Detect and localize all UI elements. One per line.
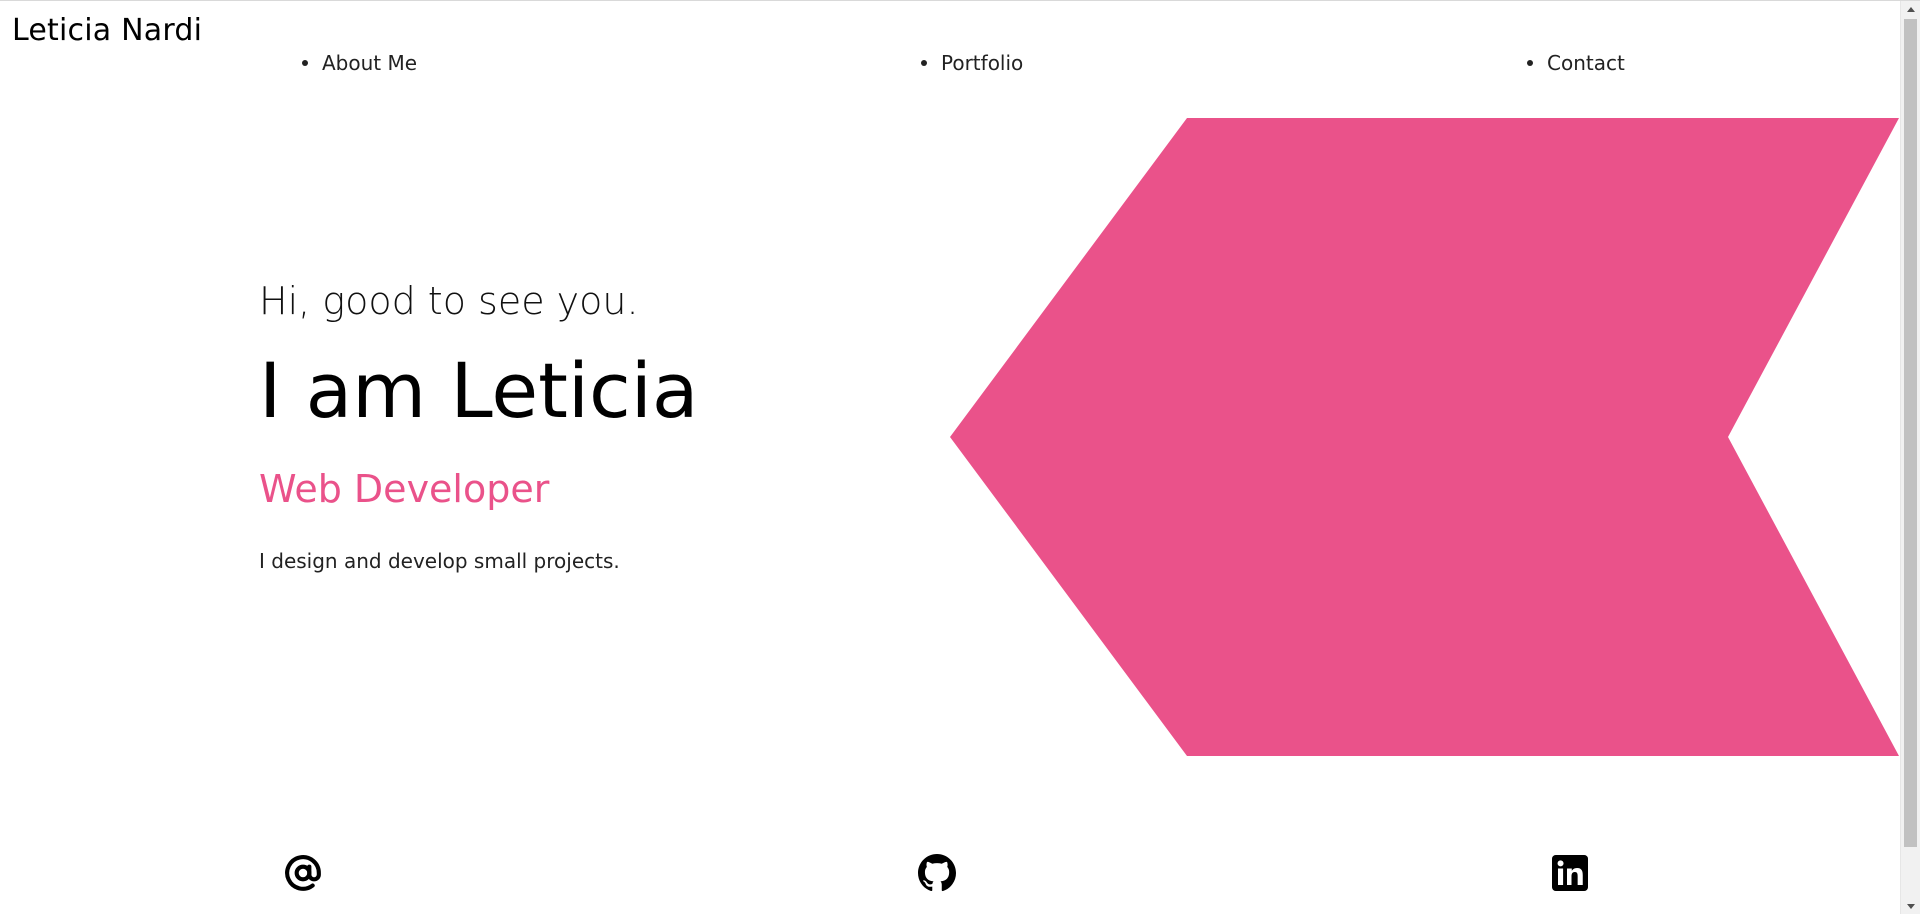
social-links xyxy=(0,853,1900,893)
main-nav: About Me Portfolio Contact xyxy=(0,51,1900,81)
github-icon xyxy=(918,854,956,892)
nav-item-label[interactable]: Contact xyxy=(1547,51,1625,75)
bullet-icon xyxy=(921,60,927,66)
page: Leticia Nardi About Me Portfolio Contact… xyxy=(0,0,1920,914)
chevron-polygon xyxy=(950,118,1899,756)
email-link[interactable] xyxy=(283,853,323,893)
nav-item-portfolio[interactable]: Portfolio xyxy=(921,51,1023,75)
bullet-icon xyxy=(302,60,308,66)
at-sign-icon xyxy=(285,855,321,891)
hero-blurb: I design and develop small projects. xyxy=(259,549,620,573)
nav-item-label[interactable]: Portfolio xyxy=(941,51,1023,75)
hero-role: Web Developer xyxy=(259,467,550,511)
hero-headline: I am Leticia xyxy=(259,346,699,435)
nav-item-about-me[interactable]: About Me xyxy=(302,51,417,75)
nav-item-contact[interactable]: Contact xyxy=(1527,51,1625,75)
nav-item-label[interactable]: About Me xyxy=(322,51,417,75)
linkedin-icon xyxy=(1552,855,1588,891)
hero-section: Hi, good to see you. I am Leticia Web De… xyxy=(259,277,909,575)
scrollbar-thumb[interactable] xyxy=(1904,19,1917,847)
scroll-down-arrow-icon[interactable] xyxy=(1901,898,1920,914)
github-link[interactable] xyxy=(917,853,957,893)
linkedin-link[interactable] xyxy=(1550,853,1590,893)
hero-greeting: Hi, good to see you. xyxy=(259,279,639,323)
bullet-icon xyxy=(1527,60,1533,66)
scroll-up-arrow-icon[interactable] xyxy=(1901,1,1920,18)
site-logo-text[interactable]: Leticia Nardi xyxy=(12,13,202,48)
vertical-scrollbar[interactable] xyxy=(1900,1,1920,914)
